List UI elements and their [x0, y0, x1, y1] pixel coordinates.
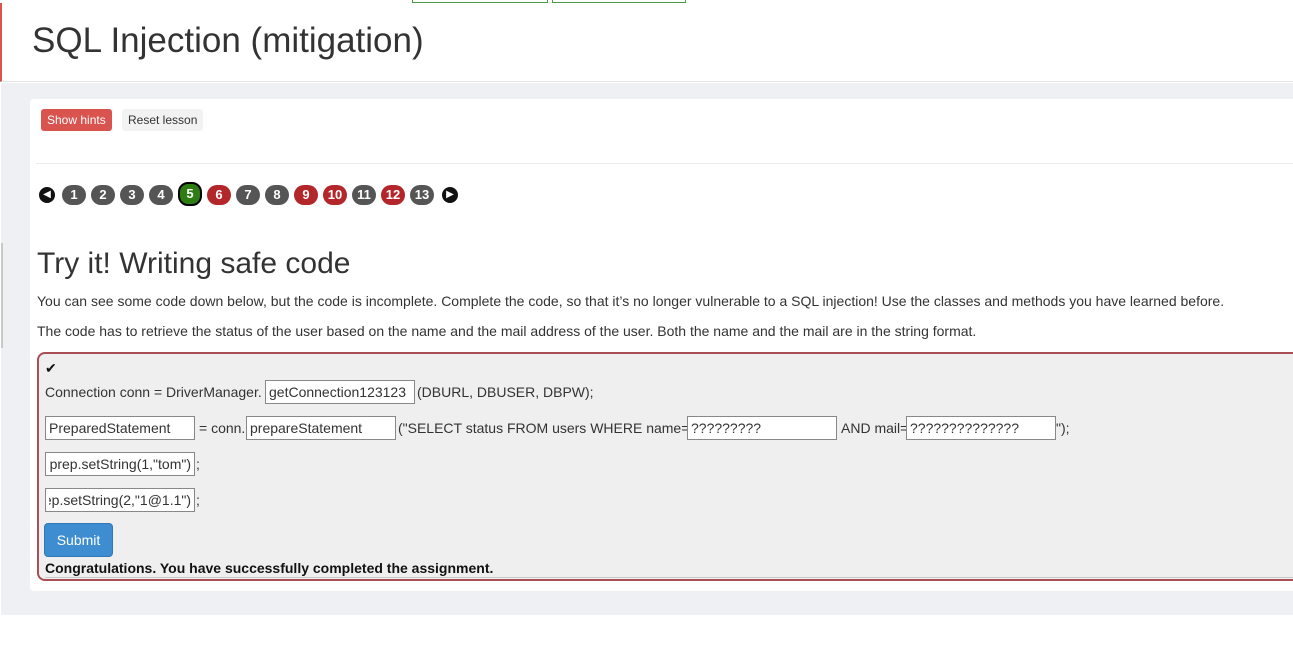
page-button-3[interactable]: 3	[120, 185, 144, 205]
show-hints-button[interactable]: Show hints	[41, 109, 112, 131]
section-title: Try it! Writing safe code	[37, 247, 351, 280]
code-text: ("SELECT status FROM users WHERE name=	[398, 420, 690, 436]
statement-type-input[interactable]	[45, 416, 195, 440]
page-button-13[interactable]: 13	[410, 185, 434, 205]
code-text: Connection conn = DriverManager.	[45, 384, 262, 400]
circle-arrow-right-icon[interactable]: ▶	[442, 187, 458, 203]
get-connection-input[interactable]	[265, 380, 415, 404]
left-edge-marker	[1, 243, 3, 348]
page-button-11[interactable]: 11	[352, 185, 376, 205]
code-text: = conn.	[199, 420, 246, 436]
page-button-8[interactable]: 8	[265, 185, 289, 205]
page-button-9[interactable]: 9	[294, 185, 318, 205]
set-string-2-input[interactable]	[45, 488, 195, 512]
lesson-paragraph-1: You can see some code down below, but th…	[37, 293, 1225, 309]
checkmark-icon: ✔	[45, 360, 57, 376]
lesson-panel: Show hints Reset lesson ◀ 1 2 3 4 5 6 7 …	[30, 99, 1293, 591]
code-text: AND mail=	[841, 420, 909, 436]
feedback-message: Congratulations. You have successfully c…	[45, 560, 1293, 578]
prepare-statement-input[interactable]	[246, 416, 396, 440]
code-text: ;	[196, 492, 200, 508]
page-button-12[interactable]: 12	[381, 185, 405, 205]
submit-button[interactable]: Submit	[44, 523, 113, 557]
lesson-paragraph-2: The code has to retrieve the status of t…	[37, 323, 977, 339]
set-string-1-input[interactable]	[45, 452, 195, 476]
code-text: ");	[1056, 420, 1070, 436]
page-button-2[interactable]: 2	[91, 185, 115, 205]
page-button-6[interactable]: 6	[207, 185, 231, 205]
name-parameter-input[interactable]	[687, 416, 837, 440]
reset-lesson-button[interactable]: Reset lesson	[122, 109, 204, 131]
page-button-10[interactable]: 10	[323, 185, 347, 205]
divider	[36, 163, 1293, 164]
assignment-box: ✔ Connection conn = DriverManager. (DBUR…	[37, 352, 1293, 581]
page-button-4[interactable]: 4	[149, 185, 173, 205]
page-button-7[interactable]: 7	[236, 185, 260, 205]
mail-parameter-input[interactable]	[906, 416, 1056, 440]
lesson-header: SQL Injection (mitigation)	[0, 3, 1293, 82]
code-text: ;	[196, 456, 200, 472]
page-button-1[interactable]: 1	[62, 185, 86, 205]
page-title: SQL Injection (mitigation)	[32, 21, 424, 60]
page-button-5-current[interactable]: 5	[178, 182, 202, 206]
code-text: (DBURL, DBUSER, DBPW);	[417, 384, 594, 400]
lesson-content-area: Show hints Reset lesson ◀ 1 2 3 4 5 6 7 …	[1, 83, 1293, 615]
circle-arrow-left-icon[interactable]: ◀	[39, 187, 55, 203]
